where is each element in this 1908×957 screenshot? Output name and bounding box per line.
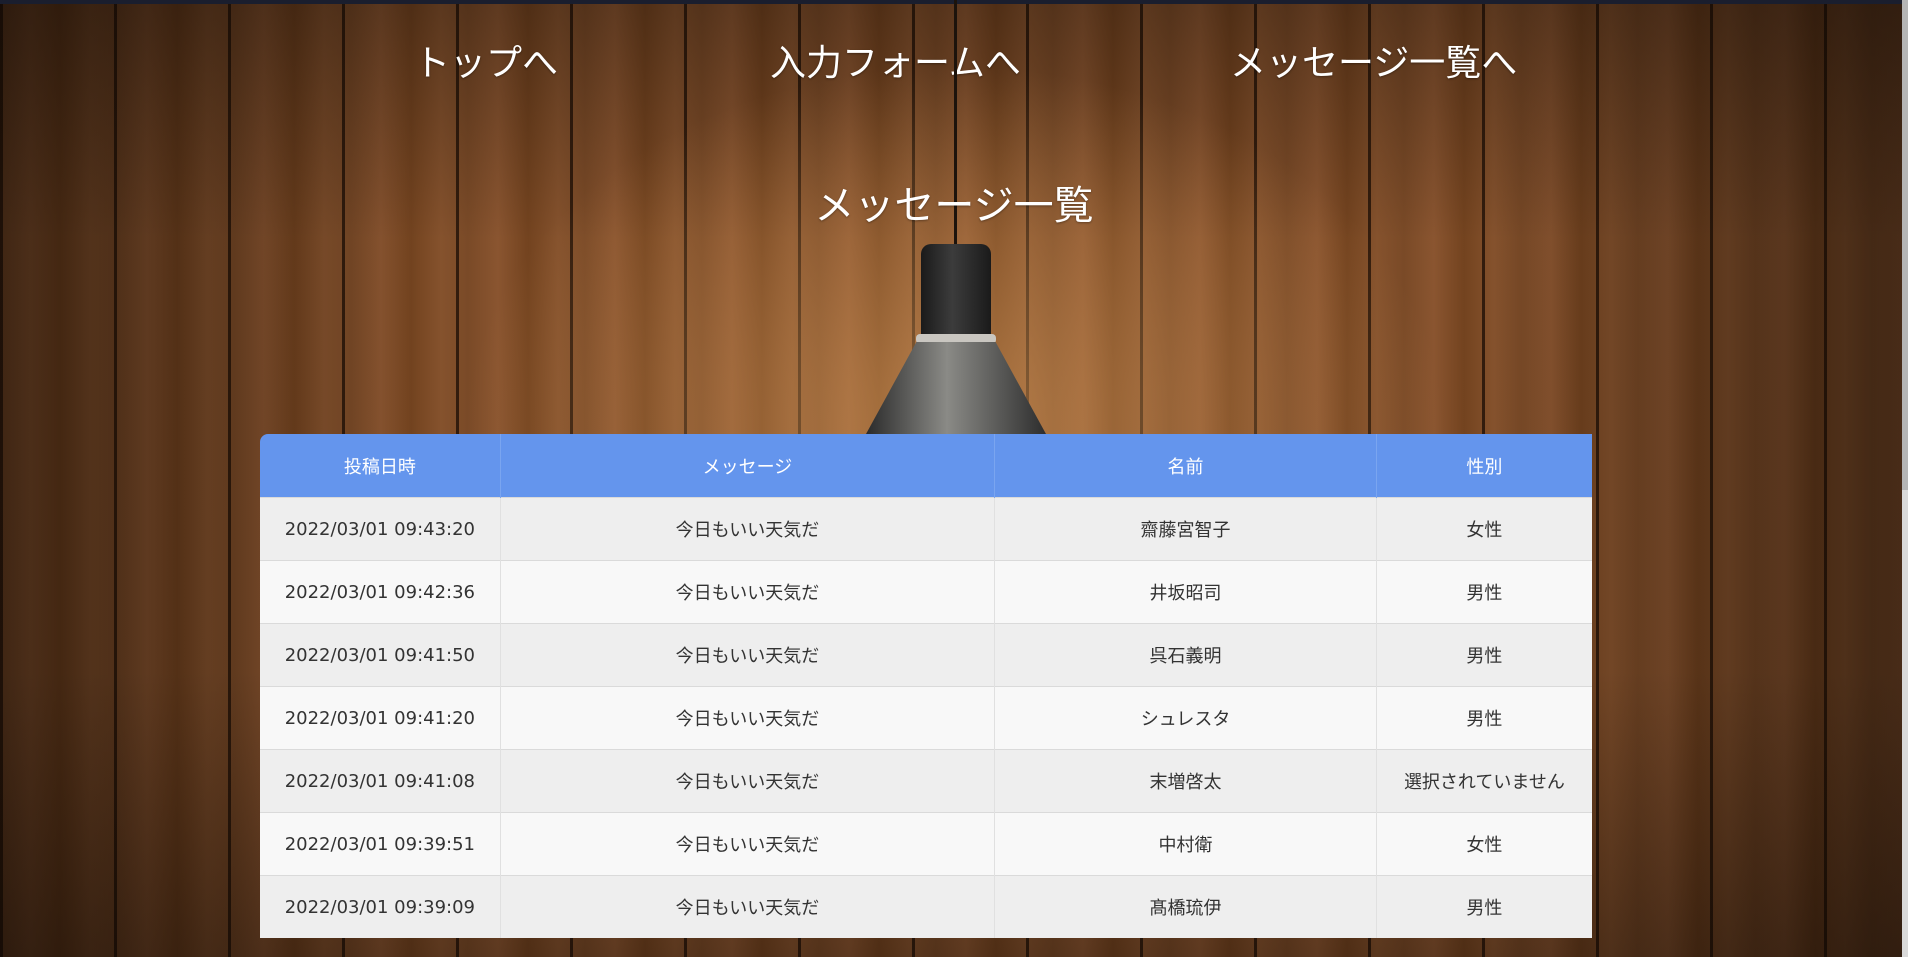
header-message: メッセージ — [500, 434, 996, 498]
table-row: 2022/03/01 09:39:51 今日もいい天気だ 中村衛 女性 — [260, 812, 1592, 876]
cell-name: 齋藤宮智子 — [994, 497, 1377, 561]
nav-link-message-list[interactable]: メッセージ一覧へ — [1230, 34, 1517, 94]
cell-message: 今日もいい天気だ — [500, 812, 996, 876]
header-posted-at: 投稿日時 — [260, 434, 501, 498]
table-row: 2022/03/01 09:39:09 今日もいい天気だ 髙橋琉伊 男性 — [260, 875, 1592, 938]
header-name: 名前 — [994, 434, 1377, 498]
cell-date: 2022/03/01 09:41:50 — [260, 623, 501, 687]
cell-date: 2022/03/01 09:41:08 — [260, 749, 501, 813]
cell-name: 末増啓太 — [994, 749, 1377, 813]
table-row: 2022/03/01 09:41:50 今日もいい天気だ 呉石義明 男性 — [260, 623, 1592, 687]
vertical-scrollbar[interactable] — [1902, 0, 1908, 957]
table-row: 2022/03/01 09:43:20 今日もいい天気だ 齋藤宮智子 女性 — [260, 497, 1592, 561]
cell-message: 今日もいい天気だ — [500, 686, 996, 750]
nav-link-input-form[interactable]: 入力フォームへ — [770, 34, 1021, 94]
cell-date: 2022/03/01 09:43:20 — [260, 497, 501, 561]
cell-gender: 男性 — [1376, 623, 1592, 687]
header-gender: 性別 — [1376, 434, 1592, 498]
cell-message: 今日もいい天気だ — [500, 623, 996, 687]
cell-date: 2022/03/01 09:39:51 — [260, 812, 501, 876]
cell-name: 中村衛 — [994, 812, 1377, 876]
table-row: 2022/03/01 09:41:08 今日もいい天気だ 末増啓太 選択されてい… — [260, 749, 1592, 813]
cell-gender: 選択されていません — [1376, 749, 1592, 813]
cell-date: 2022/03/01 09:39:09 — [260, 875, 501, 938]
nav-link-top[interactable]: トップへ — [414, 34, 558, 94]
cell-gender: 男性 — [1376, 686, 1592, 750]
table-header-row: 投稿日時 メッセージ 名前 性別 — [260, 434, 1592, 498]
scrollbar-thumb[interactable] — [1902, 0, 1908, 490]
table-row: 2022/03/01 09:42:36 今日もいい天気だ 井坂昭司 男性 — [260, 560, 1592, 624]
cell-date: 2022/03/01 09:42:36 — [260, 560, 501, 624]
cell-gender: 男性 — [1376, 560, 1592, 624]
cell-message: 今日もいい天気だ — [500, 749, 996, 813]
table-row: 2022/03/01 09:41:20 今日もいい天気だ シュレスタ 男性 — [260, 686, 1592, 750]
cell-message: 今日もいい天気だ — [500, 497, 996, 561]
message-table: 投稿日時 メッセージ 名前 性別 2022/03/01 09:43:20 今日も… — [260, 434, 1592, 938]
cell-name: 髙橋琉伊 — [994, 875, 1377, 938]
cell-message: 今日もいい天気だ — [500, 560, 996, 624]
cell-gender: 女性 — [1376, 812, 1592, 876]
cell-gender: 男性 — [1376, 875, 1592, 938]
lamp-cap — [921, 244, 991, 344]
cell-name: シュレスタ — [994, 686, 1377, 750]
cell-name: 呉石義明 — [994, 623, 1377, 687]
cell-message: 今日もいい天気だ — [500, 875, 996, 938]
page-title: メッセージ一覧 — [814, 183, 1094, 229]
cell-name: 井坂昭司 — [994, 560, 1377, 624]
cell-gender: 女性 — [1376, 497, 1592, 561]
cell-date: 2022/03/01 09:41:20 — [260, 686, 501, 750]
lamp-shade — [866, 342, 1046, 434]
